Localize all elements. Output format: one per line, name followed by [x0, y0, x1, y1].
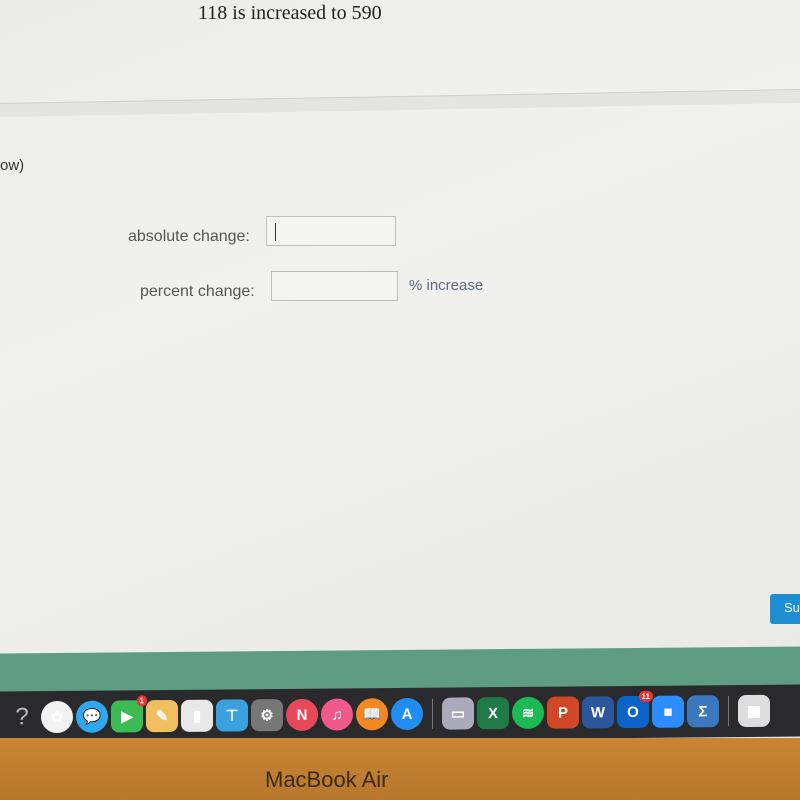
absolute-change-input[interactable] — [266, 216, 396, 246]
dock-keynote-icon[interactable]: ⊤ — [216, 699, 248, 732]
dock-spotify-icon[interactable]: ≋ — [512, 696, 544, 730]
notification-badge: 1 — [136, 695, 147, 707]
dock-powerpoint-icon[interactable]: P — [547, 696, 579, 729]
music-glyph: ♫ — [331, 706, 343, 724]
outlook-glyph: O — [627, 703, 639, 721]
excel-glyph: X — [487, 704, 498, 722]
photos-glyph: ✿ — [50, 708, 64, 727]
numbers-glyph: ▮ — [192, 707, 202, 725]
dock-app-store-icon[interactable]: A — [391, 697, 423, 731]
dock: ? ✿ 💬 ▶ 1 ✎ ▮ ⊤ ⚙ N ♫ 📖 A ▭ X ≋ P W O 11 ■ Σ ▦ — [0, 684, 800, 744]
dock-news-icon[interactable]: N — [286, 698, 318, 731]
question-title: 118 is increased to 590 — [198, 2, 382, 24]
sigma-glyph: Σ — [698, 702, 708, 720]
dock-preview-icon[interactable]: ▭ — [442, 697, 474, 730]
dock-photos-icon[interactable]: ✿ — [41, 700, 73, 734]
spotify-glyph: ≋ — [521, 704, 535, 722]
pages-glyph: ✎ — [155, 708, 169, 726]
laptop-bezel — [0, 738, 800, 800]
dock-numbers-icon[interactable]: ▮ — [181, 699, 213, 732]
word-glyph: W — [590, 703, 606, 721]
dock-sigma-icon[interactable]: Σ — [687, 695, 719, 728]
submit-button[interactable]: Su — [770, 594, 800, 624]
app-store-glyph: A — [401, 705, 413, 723]
dock-excel-icon[interactable]: X — [477, 697, 509, 730]
calendar-glyph: ▦ — [746, 702, 762, 720]
percent-suffix: % increase — [409, 277, 484, 294]
dock-system-preferences-icon[interactable]: ⚙ — [251, 699, 283, 732]
percent-change-input[interactable] — [271, 271, 398, 301]
dock-books-icon[interactable]: 📖 — [356, 698, 388, 731]
books-glyph: 📖 — [362, 706, 382, 724]
dock-outlook-icon[interactable]: O 11 — [617, 690, 653, 729]
dock-calendar-icon[interactable]: ▦ — [738, 694, 770, 728]
help-glyph: ? — [15, 703, 29, 731]
powerpoint-glyph: P — [557, 704, 568, 722]
absolute-change-label: absolute change: — [128, 228, 250, 245]
dock-zoom-icon[interactable]: ■ — [652, 695, 684, 728]
instruction-fragment: ow) — [0, 157, 25, 174]
messages-glyph: 💬 — [82, 708, 102, 726]
dock-help-icon[interactable]: ? — [6, 701, 38, 734]
notification-badge: 11 — [638, 690, 653, 702]
dock-pages-icon[interactable]: ✎ — [146, 699, 178, 733]
preview-glyph: ▭ — [450, 705, 466, 723]
percent-change-label: percent change: — [140, 283, 255, 300]
dock-separator — [432, 698, 433, 729]
news-glyph: N — [296, 706, 308, 724]
dock-facetime-icon[interactable]: ▶ 1 — [111, 695, 147, 733]
text-caret — [275, 223, 276, 241]
browser-screen: 118 is increased to 590 ow) absolute cha… — [0, 0, 800, 660]
keynote-glyph: ⊤ — [225, 707, 239, 725]
zoom-glyph: ■ — [663, 703, 673, 721]
dock-separator — [728, 696, 729, 727]
facetime-glyph: ▶ — [121, 708, 133, 726]
dock-music-icon[interactable]: ♫ — [321, 698, 353, 731]
device-label: MacBook Air — [265, 767, 389, 792]
dock-messages-icon[interactable]: 💬 — [76, 700, 108, 733]
divider — [0, 89, 800, 117]
dock-word-icon[interactable]: W — [582, 696, 614, 729]
system-preferences-glyph: ⚙ — [260, 707, 274, 725]
